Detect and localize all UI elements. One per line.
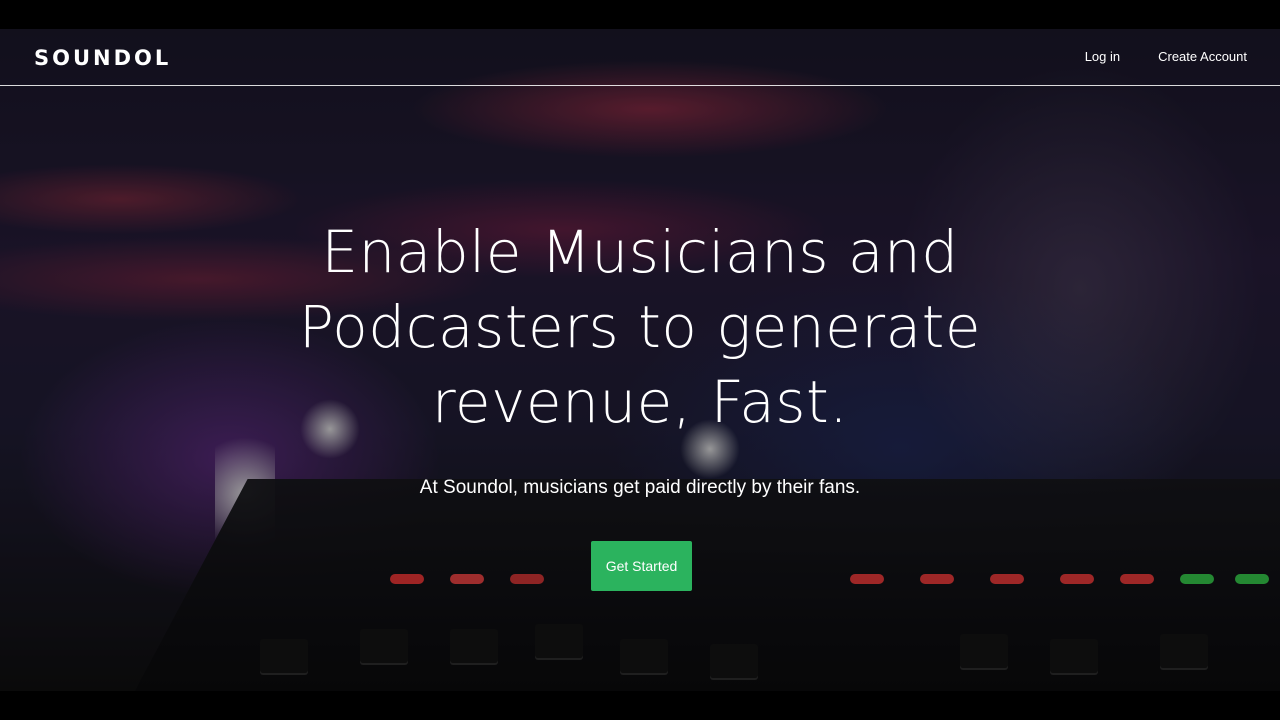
hero-headline: Enable Musicians and Podcasters to gener…	[240, 215, 1040, 440]
headline-line-3: revenue, Fast.	[431, 368, 849, 436]
hero-section: SOUNDOL Log in Create Account Enable Mus…	[0, 29, 1280, 691]
letterbox-top	[0, 0, 1280, 29]
soundol-logo[interactable]: SOUNDOL	[34, 46, 171, 70]
login-link[interactable]: Log in	[1085, 49, 1120, 64]
nav-links: Log in Create Account	[1085, 49, 1247, 64]
create-account-link[interactable]: Create Account	[1158, 49, 1247, 64]
get-started-button[interactable]: Get Started	[591, 541, 692, 591]
hero-subheadline: At Soundol, musicians get paid directly …	[419, 477, 861, 498]
letterbox-bottom	[0, 691, 1280, 720]
headline-line-2: Podcasters to generate	[298, 293, 982, 361]
headline-line-1: Enable Musicians and	[321, 218, 959, 286]
top-navbar: SOUNDOL Log in Create Account	[0, 29, 1280, 86]
